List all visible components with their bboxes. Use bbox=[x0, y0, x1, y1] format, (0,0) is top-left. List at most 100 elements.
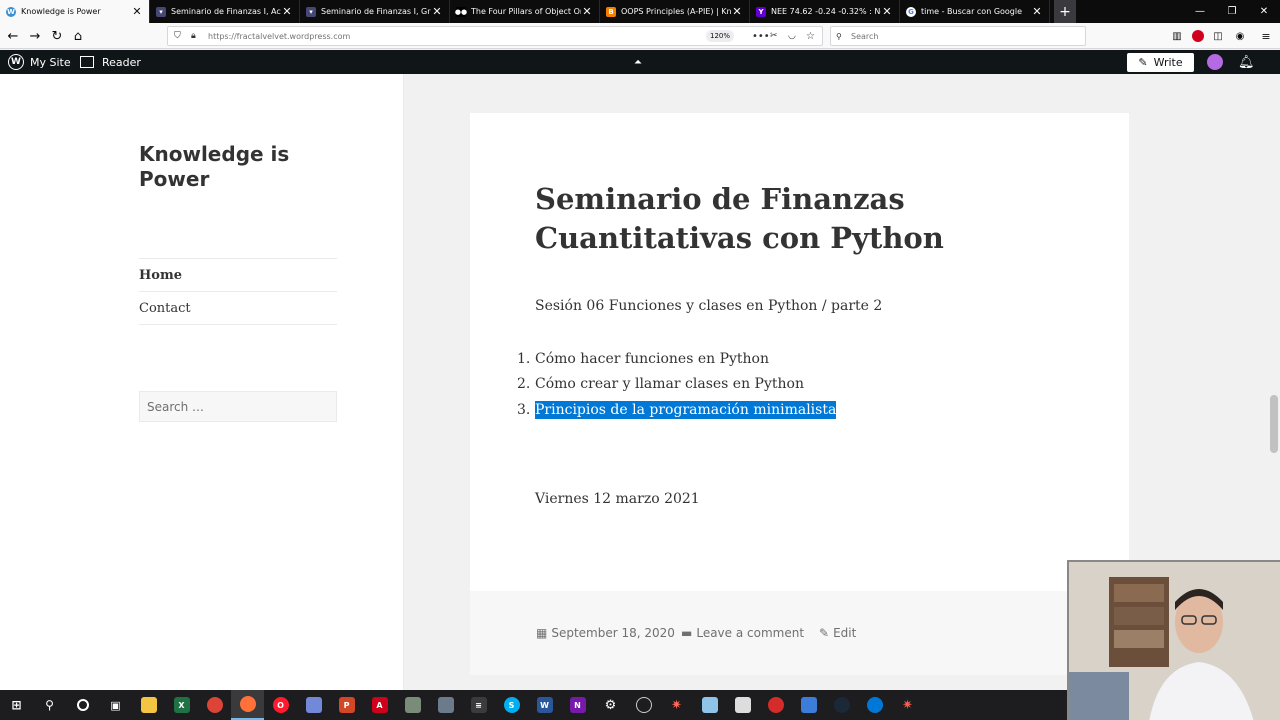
sidebar-search-input[interactable]: Search … bbox=[139, 391, 337, 422]
excel-app[interactable]: X bbox=[165, 690, 198, 720]
profile-avatar[interactable] bbox=[1207, 50, 1223, 74]
cortana-button[interactable] bbox=[66, 690, 99, 720]
opera-app[interactable]: O bbox=[264, 690, 297, 720]
app-gear-shield[interactable] bbox=[396, 690, 429, 720]
minimize-icon[interactable]: — bbox=[1184, 0, 1216, 23]
bookmark-star-icon[interactable]: ☆ bbox=[806, 31, 815, 42]
close-tab-icon[interactable]: ✕ bbox=[131, 5, 143, 18]
scroll-to-top-icon[interactable]: ⏶ bbox=[634, 50, 642, 74]
comments-link[interactable]: ▬ Leave a comment bbox=[681, 626, 804, 640]
restore-icon[interactable]: ❐ bbox=[1216, 0, 1248, 23]
network-app[interactable] bbox=[792, 690, 825, 720]
shield-icon[interactable]: ⛉ bbox=[174, 31, 181, 41]
tab-nee-stock[interactable]: Y NEE 74.62 -0.24 -0.32% : NextEr ✕ bbox=[750, 0, 900, 23]
word-app[interactable]: W bbox=[528, 690, 561, 720]
blogger-icon: B bbox=[606, 6, 616, 17]
teams-icon: ▾ bbox=[306, 6, 316, 17]
tab-seminario-actua[interactable]: ▾ Seminario de Finanzas I, Actua ✕ bbox=[150, 0, 300, 23]
back-arrow-icon[interactable]: ← bbox=[4, 27, 22, 45]
tab-four-pillars[interactable]: ●● The Four Pillars of Object Orie ✕ bbox=[450, 0, 600, 23]
app-red-badge[interactable] bbox=[759, 690, 792, 720]
forward-arrow-icon[interactable]: → bbox=[26, 27, 44, 45]
library-icon[interactable]: ▥ bbox=[1168, 27, 1186, 45]
settings-app[interactable]: ⚙ bbox=[594, 690, 627, 720]
skype-icon: S bbox=[503, 697, 520, 713]
close-tab-icon[interactable]: ✕ bbox=[581, 5, 593, 18]
close-tab-icon[interactable]: ✕ bbox=[281, 5, 293, 18]
tab-title: Seminario de Finanzas I, Actua bbox=[171, 7, 281, 16]
adblock-icon[interactable] bbox=[1189, 27, 1207, 45]
chrome-app[interactable] bbox=[198, 690, 231, 720]
reader-link[interactable]: Reader bbox=[80, 50, 141, 74]
start-button[interactable]: ⊞ bbox=[0, 690, 33, 720]
menu-item-contact[interactable]: Contact bbox=[139, 292, 337, 325]
notifications-bell-icon[interactable]: 🔔︎ bbox=[1238, 50, 1255, 74]
pocket-icon[interactable]: ◡ bbox=[788, 31, 796, 41]
file-explorer-app[interactable] bbox=[132, 690, 165, 720]
calculator-icon bbox=[437, 697, 454, 713]
onenote-app[interactable]: N bbox=[561, 690, 594, 720]
powerpoint-app[interactable]: P bbox=[330, 690, 363, 720]
page-scrollbar-thumb[interactable] bbox=[1270, 395, 1278, 453]
selected-list-text: Principios de la programación minimalist… bbox=[535, 400, 837, 419]
excel-icon: X bbox=[173, 697, 190, 713]
app-star-red[interactable]: ✷ bbox=[660, 690, 693, 720]
lock-icon[interactable]: 🔒︎ bbox=[191, 31, 196, 41]
app-red-gear[interactable]: ✷ bbox=[891, 690, 924, 720]
close-tab-icon[interactable]: ✕ bbox=[731, 5, 743, 18]
posted-on[interactable]: ▦ September 18, 2020 bbox=[536, 626, 675, 640]
task-view-button[interactable]: ▣ bbox=[99, 690, 132, 720]
account-icon[interactable]: ◉ bbox=[1231, 27, 1249, 45]
close-window-icon[interactable]: ✕ bbox=[1248, 0, 1280, 23]
tab-knowledge-is-power[interactable]: W Knowledge is Power ✕ bbox=[0, 0, 150, 23]
tab-title: Seminario de Finanzas I, Grupo bbox=[321, 7, 431, 16]
firefox-app[interactable] bbox=[231, 690, 264, 720]
page-actions-icon[interactable]: ••• bbox=[752, 31, 770, 42]
list-number: 2. bbox=[517, 376, 531, 393]
skype-app[interactable]: S bbox=[495, 690, 528, 720]
notepad-icon bbox=[701, 697, 718, 713]
clock-app[interactable] bbox=[627, 690, 660, 720]
steam-app[interactable] bbox=[825, 690, 858, 720]
post-date-line: Viernes 12 marzo 2021 bbox=[535, 491, 700, 507]
taskbar-search[interactable]: ⚲ bbox=[33, 690, 66, 720]
search-icon: ⚲ bbox=[836, 31, 842, 41]
pencil-icon: ✎ bbox=[819, 626, 830, 640]
edge-icon bbox=[866, 697, 883, 713]
screenshot-icon[interactable]: ✂ bbox=[770, 31, 778, 41]
url-text: https://fractalvelvet.wordpress.com bbox=[208, 31, 351, 41]
onenote-icon: N bbox=[569, 697, 586, 713]
address-bar[interactable]: ⛉ 🔒︎ https://fractalvelvet.wordpress.com… bbox=[167, 26, 823, 46]
search-input[interactable]: ⚲ Search bbox=[830, 26, 1086, 46]
write-button[interactable]: ✎ Write bbox=[1127, 53, 1194, 72]
tab-google-search[interactable]: G time - Buscar con Google ✕ bbox=[900, 0, 1050, 23]
discord-icon bbox=[305, 697, 322, 713]
calculator-app[interactable] bbox=[429, 690, 462, 720]
notepad-app[interactable] bbox=[693, 690, 726, 720]
site-title[interactable]: Knowledge is Power bbox=[139, 142, 339, 192]
sublime-app[interactable]: ≡ bbox=[462, 690, 495, 720]
list-number: 1. bbox=[517, 350, 531, 367]
tab-seminario-grupo[interactable]: ▾ Seminario de Finanzas I, Grupo ✕ bbox=[300, 0, 450, 23]
edit-link[interactable]: ✎ Edit bbox=[819, 626, 856, 640]
reload-icon[interactable]: ↻ bbox=[48, 27, 66, 45]
close-tab-icon[interactable]: ✕ bbox=[1031, 5, 1043, 18]
discord-app[interactable] bbox=[297, 690, 330, 720]
acrobat-app[interactable]: A bbox=[363, 690, 396, 720]
list-number: 3. bbox=[517, 401, 531, 418]
hamburger-menu-icon[interactable]: ≡ bbox=[1257, 27, 1275, 45]
zoom-level[interactable]: 120% bbox=[706, 30, 734, 42]
home-icon[interactable]: ⌂ bbox=[69, 27, 87, 45]
my-site-link[interactable]: W My Site bbox=[8, 50, 71, 74]
gear-icon: ⚙ bbox=[604, 697, 617, 713]
windows-taskbar: ⊞ ⚲ ▣ X O P A ≡ S W N ⚙ ✷ ✷ bbox=[0, 690, 1067, 720]
sidebar-icon[interactable]: ◫ bbox=[1209, 27, 1227, 45]
tab-oops-principles[interactable]: B OOPS Principles (A-PIE) | Know ✕ bbox=[600, 0, 750, 23]
storage-app[interactable] bbox=[726, 690, 759, 720]
menu-item-home[interactable]: Home bbox=[139, 259, 337, 292]
edge-app[interactable] bbox=[858, 690, 891, 720]
close-tab-icon[interactable]: ✕ bbox=[431, 5, 443, 18]
tab-title: time - Buscar con Google bbox=[921, 7, 1023, 16]
new-tab-plus-icon[interactable]: + bbox=[1054, 0, 1076, 23]
close-tab-icon[interactable]: ✕ bbox=[881, 5, 893, 18]
